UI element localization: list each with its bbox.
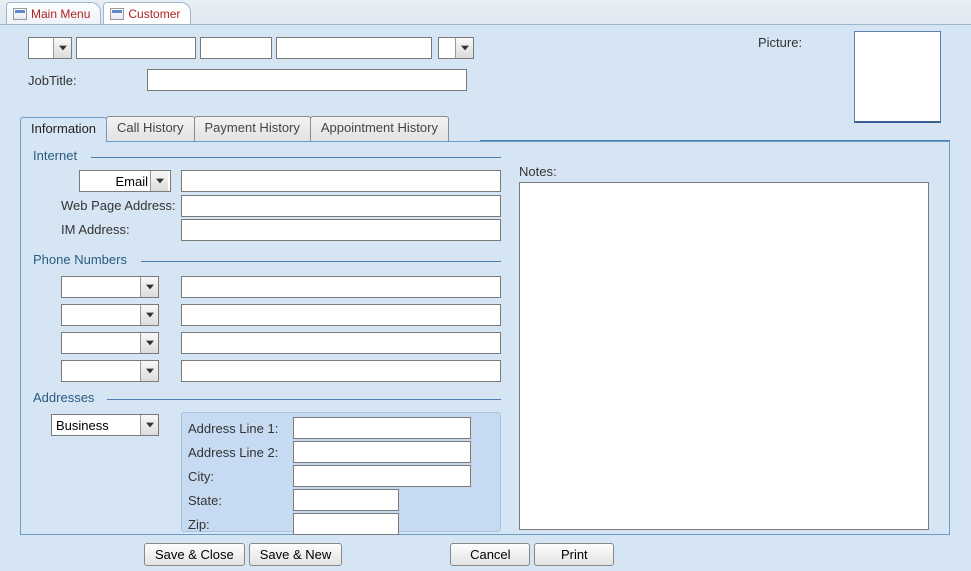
print-button[interactable]: Print	[534, 543, 614, 566]
phone1-type-combo[interactable]	[61, 276, 159, 298]
doc-tab-main-menu[interactable]: Main Menu	[6, 2, 101, 24]
chevron-down-icon[interactable]	[150, 171, 168, 191]
group-label-addresses: Addresses	[33, 390, 94, 405]
group-rule	[141, 261, 501, 262]
email-type-combo[interactable]	[79, 170, 171, 192]
address-panel: Address Line 1: Address Line 2: City: St…	[181, 412, 501, 532]
zip-input[interactable]	[293, 513, 399, 535]
addr1-label: Address Line 1:	[188, 421, 293, 436]
chevron-down-icon[interactable]	[140, 277, 158, 297]
group-rule	[91, 157, 501, 158]
chevron-down-icon[interactable]	[140, 305, 158, 325]
chevron-down-icon[interactable]	[455, 38, 473, 58]
tab-page-information: Internet Web Page Address: IM Address: P…	[20, 141, 950, 535]
email-type-input[interactable]	[80, 171, 150, 191]
state-label: State:	[188, 493, 293, 508]
tab-call-history[interactable]: Call History	[106, 116, 194, 141]
group-label-phone: Phone Numbers	[33, 252, 127, 267]
chevron-down-icon[interactable]	[140, 415, 158, 435]
address-type-input[interactable]	[52, 415, 140, 435]
phone3-type-combo[interactable]	[61, 332, 159, 354]
first-name-input[interactable]	[76, 37, 196, 59]
state-input[interactable]	[293, 489, 399, 511]
document-tab-strip: Main Menu Customer	[0, 0, 971, 25]
title-prefix-combo[interactable]	[28, 37, 72, 59]
phone4-input[interactable]	[181, 360, 501, 382]
suffix-input[interactable]	[439, 38, 455, 58]
im-label: IM Address:	[61, 222, 130, 237]
chevron-down-icon[interactable]	[53, 38, 71, 58]
form-icon	[110, 8, 124, 20]
last-name-input[interactable]	[276, 37, 432, 59]
jobtitle-input[interactable]	[147, 69, 467, 91]
doc-tab-label: Customer	[128, 7, 180, 21]
tab-information[interactable]: Information	[20, 117, 107, 142]
phone1-type-input[interactable]	[62, 277, 140, 297]
name-fields-row	[28, 37, 474, 59]
detail-tab-control: Information Call History Payment History…	[20, 115, 950, 535]
picture-label: Picture:	[758, 35, 802, 50]
jobtitle-label: JobTitle:	[28, 73, 77, 88]
form-icon	[13, 8, 27, 20]
form-canvas: JobTitle: Picture: Information Call Hist…	[0, 25, 971, 571]
picture-box[interactable]	[854, 31, 941, 123]
chevron-down-icon[interactable]	[140, 361, 158, 381]
email-input[interactable]	[181, 170, 501, 192]
title-prefix-input[interactable]	[29, 38, 53, 58]
group-label-internet: Internet	[33, 148, 77, 163]
address-type-combo[interactable]	[51, 414, 159, 436]
addr2-input[interactable]	[293, 441, 471, 463]
notes-label: Notes:	[519, 164, 557, 179]
group-rule	[107, 399, 501, 400]
doc-tab-customer[interactable]: Customer	[103, 2, 191, 24]
notes-textarea[interactable]	[519, 182, 929, 530]
phone4-type-combo[interactable]	[61, 360, 159, 382]
middle-name-input[interactable]	[200, 37, 272, 59]
chevron-down-icon[interactable]	[140, 333, 158, 353]
phone1-input[interactable]	[181, 276, 501, 298]
im-input[interactable]	[181, 219, 501, 241]
phone3-input[interactable]	[181, 332, 501, 354]
suffix-combo[interactable]	[438, 37, 474, 59]
jobtitle-row: JobTitle:	[28, 69, 467, 91]
addr1-input[interactable]	[293, 417, 471, 439]
addr2-label: Address Line 2:	[188, 445, 293, 460]
save-new-button[interactable]: Save & New	[249, 543, 343, 566]
webpage-label: Web Page Address:	[61, 198, 176, 213]
detail-tab-strip: Information Call History Payment History…	[20, 115, 950, 141]
cancel-button[interactable]: Cancel	[450, 543, 530, 566]
phone3-type-input[interactable]	[62, 333, 140, 353]
phone2-type-combo[interactable]	[61, 304, 159, 326]
webpage-input[interactable]	[181, 195, 501, 217]
tab-payment-history[interactable]: Payment History	[194, 116, 311, 141]
phone2-input[interactable]	[181, 304, 501, 326]
doc-tab-label: Main Menu	[31, 7, 90, 21]
city-input[interactable]	[293, 465, 471, 487]
save-close-button[interactable]: Save & Close	[144, 543, 245, 566]
form-footer-buttons: Save & Close Save & New Cancel Print	[144, 543, 614, 566]
phone2-type-input[interactable]	[62, 305, 140, 325]
tab-strip-rule	[480, 140, 950, 141]
city-label: City:	[188, 469, 293, 484]
tab-appointment-history[interactable]: Appointment History	[310, 116, 449, 141]
zip-label: Zip:	[188, 517, 293, 532]
phone4-type-input[interactable]	[62, 361, 140, 381]
